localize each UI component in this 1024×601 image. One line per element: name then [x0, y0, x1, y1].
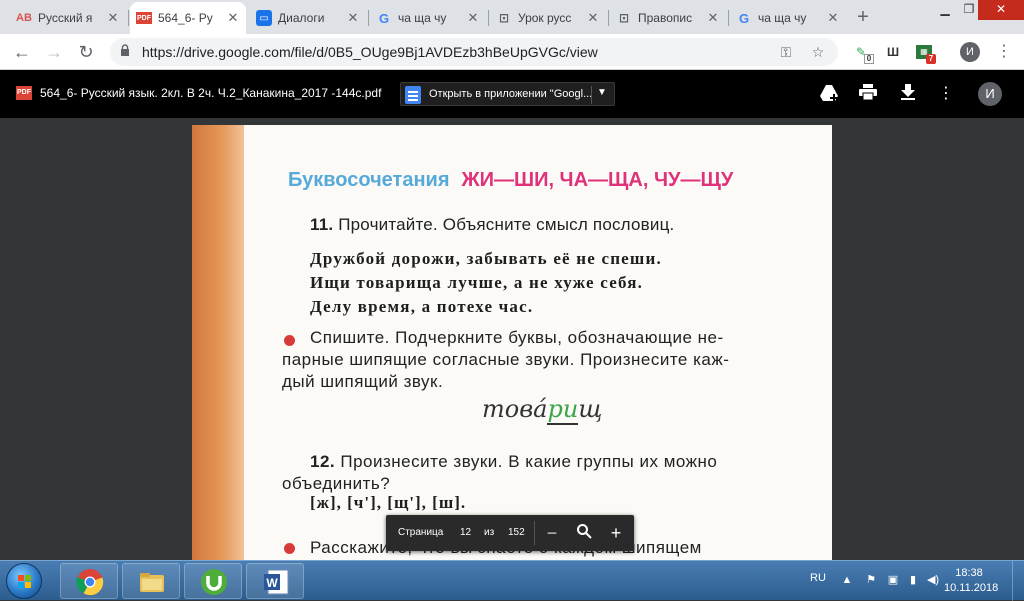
docs-icon [405, 86, 421, 104]
clock-time: 18:38 [955, 567, 983, 579]
zoom-in-button[interactable]: + [606, 523, 626, 543]
close-tab-icon[interactable]: ✕ [106, 10, 120, 26]
task-11: 11. Прочитайте. Объясните смысл пословиц… [310, 215, 674, 235]
open-with-dropdown-icon[interactable]: ▼ [597, 87, 607, 98]
print-icon[interactable] [858, 84, 878, 104]
viewer-profile-avatar[interactable]: И [978, 82, 1002, 106]
sounds-list: [ж], [ч'], [щ'], [ш]. [310, 493, 467, 512]
back-icon[interactable]: ← [10, 40, 34, 64]
download-icon[interactable] [898, 84, 918, 104]
section-title-pink: ЖИ—ШИ, ЧА—ЩА, ЧУ—ЩУ [461, 169, 734, 191]
pdf-page: Буквосочетания ЖИ—ШИ, ЧА—ЩА, ЧУ—ЩУ 11. Пр… [192, 125, 832, 560]
svg-text:W: W [266, 576, 278, 590]
proverb-1: Дружбой дорожи, забывать её не спеши. [310, 249, 662, 268]
handwritten-word: това́рищ [482, 395, 603, 425]
tab-search-2[interactable]: G ча ща чу ✕ [730, 2, 846, 34]
tab-russian[interactable]: AB Русский я ✕ [10, 2, 126, 34]
more-options-icon[interactable]: ⋮ [936, 84, 956, 104]
device-icon[interactable]: ▣ [886, 573, 900, 587]
open-with-button[interactable]: Открыть в приложении "Googl... ▼ [400, 82, 615, 106]
bookmark-star-icon[interactable]: ☆ [808, 42, 828, 62]
page-edge-decoration [192, 125, 244, 560]
of-label: из [484, 527, 495, 538]
pdf-icon: PDF [16, 86, 32, 100]
tab-pdf[interactable]: PDF 564_6- Ру ✕ [130, 2, 246, 34]
key-icon[interactable]: ⚿ [776, 42, 796, 62]
tab-spelling[interactable]: ⊡ Правопис ✕ [610, 2, 726, 34]
clock-date: 10.11.2018 [944, 582, 999, 594]
task-12-number: 12. [310, 452, 336, 471]
extension-badge-2: 7 [926, 54, 936, 64]
close-tab-icon[interactable]: ✕ [346, 10, 360, 26]
section-title-blue: Буквосочетания [288, 169, 450, 191]
profile-avatar[interactable]: И [960, 42, 980, 62]
file-title: 564_6- Русский язык. 2кл. В 2ч. Ч.2_Кана… [40, 86, 382, 100]
slides-icon: ⊡ [618, 11, 630, 25]
exercise-text: Спишите. Подчеркните буквы, обозначающие… [282, 328, 730, 391]
section-title: Буквосочетания ЖИ—ШИ, ЧА—ЩА, ЧУ—ЩУ [288, 169, 733, 192]
extension-icon-2[interactable]: Ш [884, 43, 902, 61]
start-button[interactable] [6, 563, 42, 599]
tab-search-1[interactable]: G ча ща чу ✕ [370, 2, 486, 34]
flag-icon[interactable]: ⚑ [864, 573, 878, 587]
open-with-label: Открыть в приложении "Googl... [429, 88, 593, 100]
address-bar: ← → ↻ https://drive.google.com/file/d/0B… [0, 34, 1024, 70]
folder-icon [140, 573, 164, 592]
language-indicator[interactable]: RU [810, 572, 826, 584]
tab-lesson[interactable]: ⊡ Урок русс ✕ [490, 2, 606, 34]
close-tab-icon[interactable]: ✕ [826, 10, 840, 26]
chrome-icon [76, 569, 104, 596]
show-desktop-button[interactable] [1012, 561, 1024, 601]
system-clock[interactable]: 18:38 10.11.2018 [944, 566, 999, 596]
document-area[interactable]: Буквосочетания ЖИ—ШИ, ЧА—ЩА, ЧУ—ЩУ 11. Пр… [0, 118, 1024, 560]
page-label: Страница [398, 527, 444, 538]
lock-icon [121, 44, 129, 56]
tab-dialogs[interactable]: ▭ Диалоги ✕ [250, 2, 366, 34]
utorrent-icon [201, 569, 227, 595]
pdf-icon: PDF [136, 12, 152, 24]
proverb-3: Делу время, а потехе час. [310, 297, 534, 316]
close-tab-icon[interactable]: ✕ [586, 10, 600, 26]
windows-taskbar: W RU ▲ ⚑ ▣ ▮ ◀) 18:38 10.11.2018 [0, 560, 1024, 601]
word-icon: W [264, 569, 289, 595]
zoom-out-button[interactable]: − [542, 523, 562, 543]
task-11-number: 11. [310, 215, 334, 234]
browser-menu-icon[interactable]: ⋮ [996, 40, 1012, 64]
chat-icon: ▭ [256, 10, 272, 26]
windows-logo-icon [18, 575, 32, 589]
close-tab-icon[interactable]: ✕ [706, 10, 720, 26]
url-text[interactable]: https://drive.google.com/file/d/0B5_OUge… [142, 44, 598, 60]
slides-icon: ⊡ [498, 11, 510, 25]
task-12: 12. Произнесите звуки. В какие группы их… [282, 452, 718, 493]
google-icon: G [738, 10, 750, 26]
total-pages: 152 [508, 527, 525, 538]
reload-icon[interactable]: ↻ [74, 40, 98, 64]
close-tab-icon[interactable]: ✕ [466, 10, 480, 26]
forward-icon[interactable]: → [42, 40, 66, 64]
network-icon[interactable]: ▮ [906, 573, 920, 587]
abbyy-icon: AB [16, 12, 32, 24]
tray-expand-icon[interactable]: ▲ [840, 573, 854, 587]
page-content: Буквосочетания ЖИ—ШИ, ЧА—ЩА, ЧУ—ЩУ 11. Пр… [282, 125, 802, 560]
new-tab-button[interactable]: + [852, 6, 874, 28]
google-icon: G [378, 10, 390, 26]
page-navigator: Страница 12 из 152 − + [386, 515, 634, 551]
omnibox[interactable]: https://drive.google.com/file/d/0B5_OUge… [110, 38, 838, 66]
task-11-text: Прочитайте. Объясните смысл пословиц. [338, 215, 675, 234]
taskbar-utorrent[interactable] [184, 563, 242, 599]
taskbar-word[interactable]: W [246, 563, 304, 599]
proverb-2: Ищи товарища лучше, а не хуже себя. [310, 273, 644, 292]
taskbar-chrome[interactable] [60, 563, 118, 599]
add-to-drive-icon[interactable] [820, 84, 840, 104]
tab-strip: AB Русский я ✕ PDF 564_6- Ру ✕ ▭ Диалоги… [0, 0, 1024, 34]
close-window-icon[interactable]: ✕ [978, 0, 1024, 20]
viewer-toolbar: PDF 564_6- Русский язык. 2кл. В 2ч. Ч.2_… [0, 70, 1024, 118]
taskbar-explorer[interactable] [122, 563, 180, 599]
current-page[interactable]: 12 [460, 527, 471, 538]
volume-icon[interactable]: ◀) [926, 573, 940, 587]
zoom-icon[interactable] [574, 523, 594, 543]
close-tab-icon[interactable]: ✕ [226, 10, 240, 26]
extension-badge-1: 0 [864, 54, 874, 64]
